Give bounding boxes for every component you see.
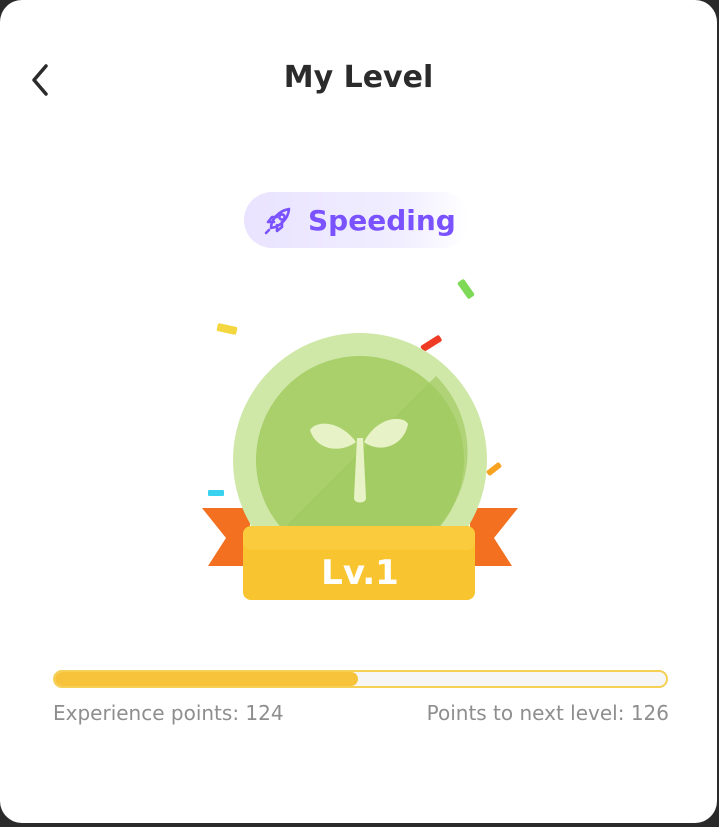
status-badge: Speeding	[244, 192, 470, 248]
experience-points-text: Experience points: 124	[53, 701, 284, 725]
experience-progress-bar	[53, 670, 668, 688]
level-label: Lv.1	[321, 553, 399, 593]
experience-progress-fill	[55, 672, 359, 686]
confetti-cyan	[208, 490, 224, 496]
status-badge-label: Speeding	[308, 203, 456, 237]
page-title: My Level	[283, 60, 434, 95]
confetti-orange	[486, 462, 502, 476]
level-medal: Lv.1	[202, 279, 518, 600]
level-card: My Level Speeding Lv.1 Experience points…	[0, 0, 717, 823]
ribbon-right	[470, 508, 518, 566]
rocket-icon	[264, 207, 291, 235]
ribbon-left	[202, 508, 250, 566]
confetti-green	[457, 279, 475, 299]
confetti-yellow	[216, 323, 238, 335]
confetti-red	[420, 335, 442, 352]
points-to-next-level-text: Points to next level: 126	[426, 701, 669, 725]
